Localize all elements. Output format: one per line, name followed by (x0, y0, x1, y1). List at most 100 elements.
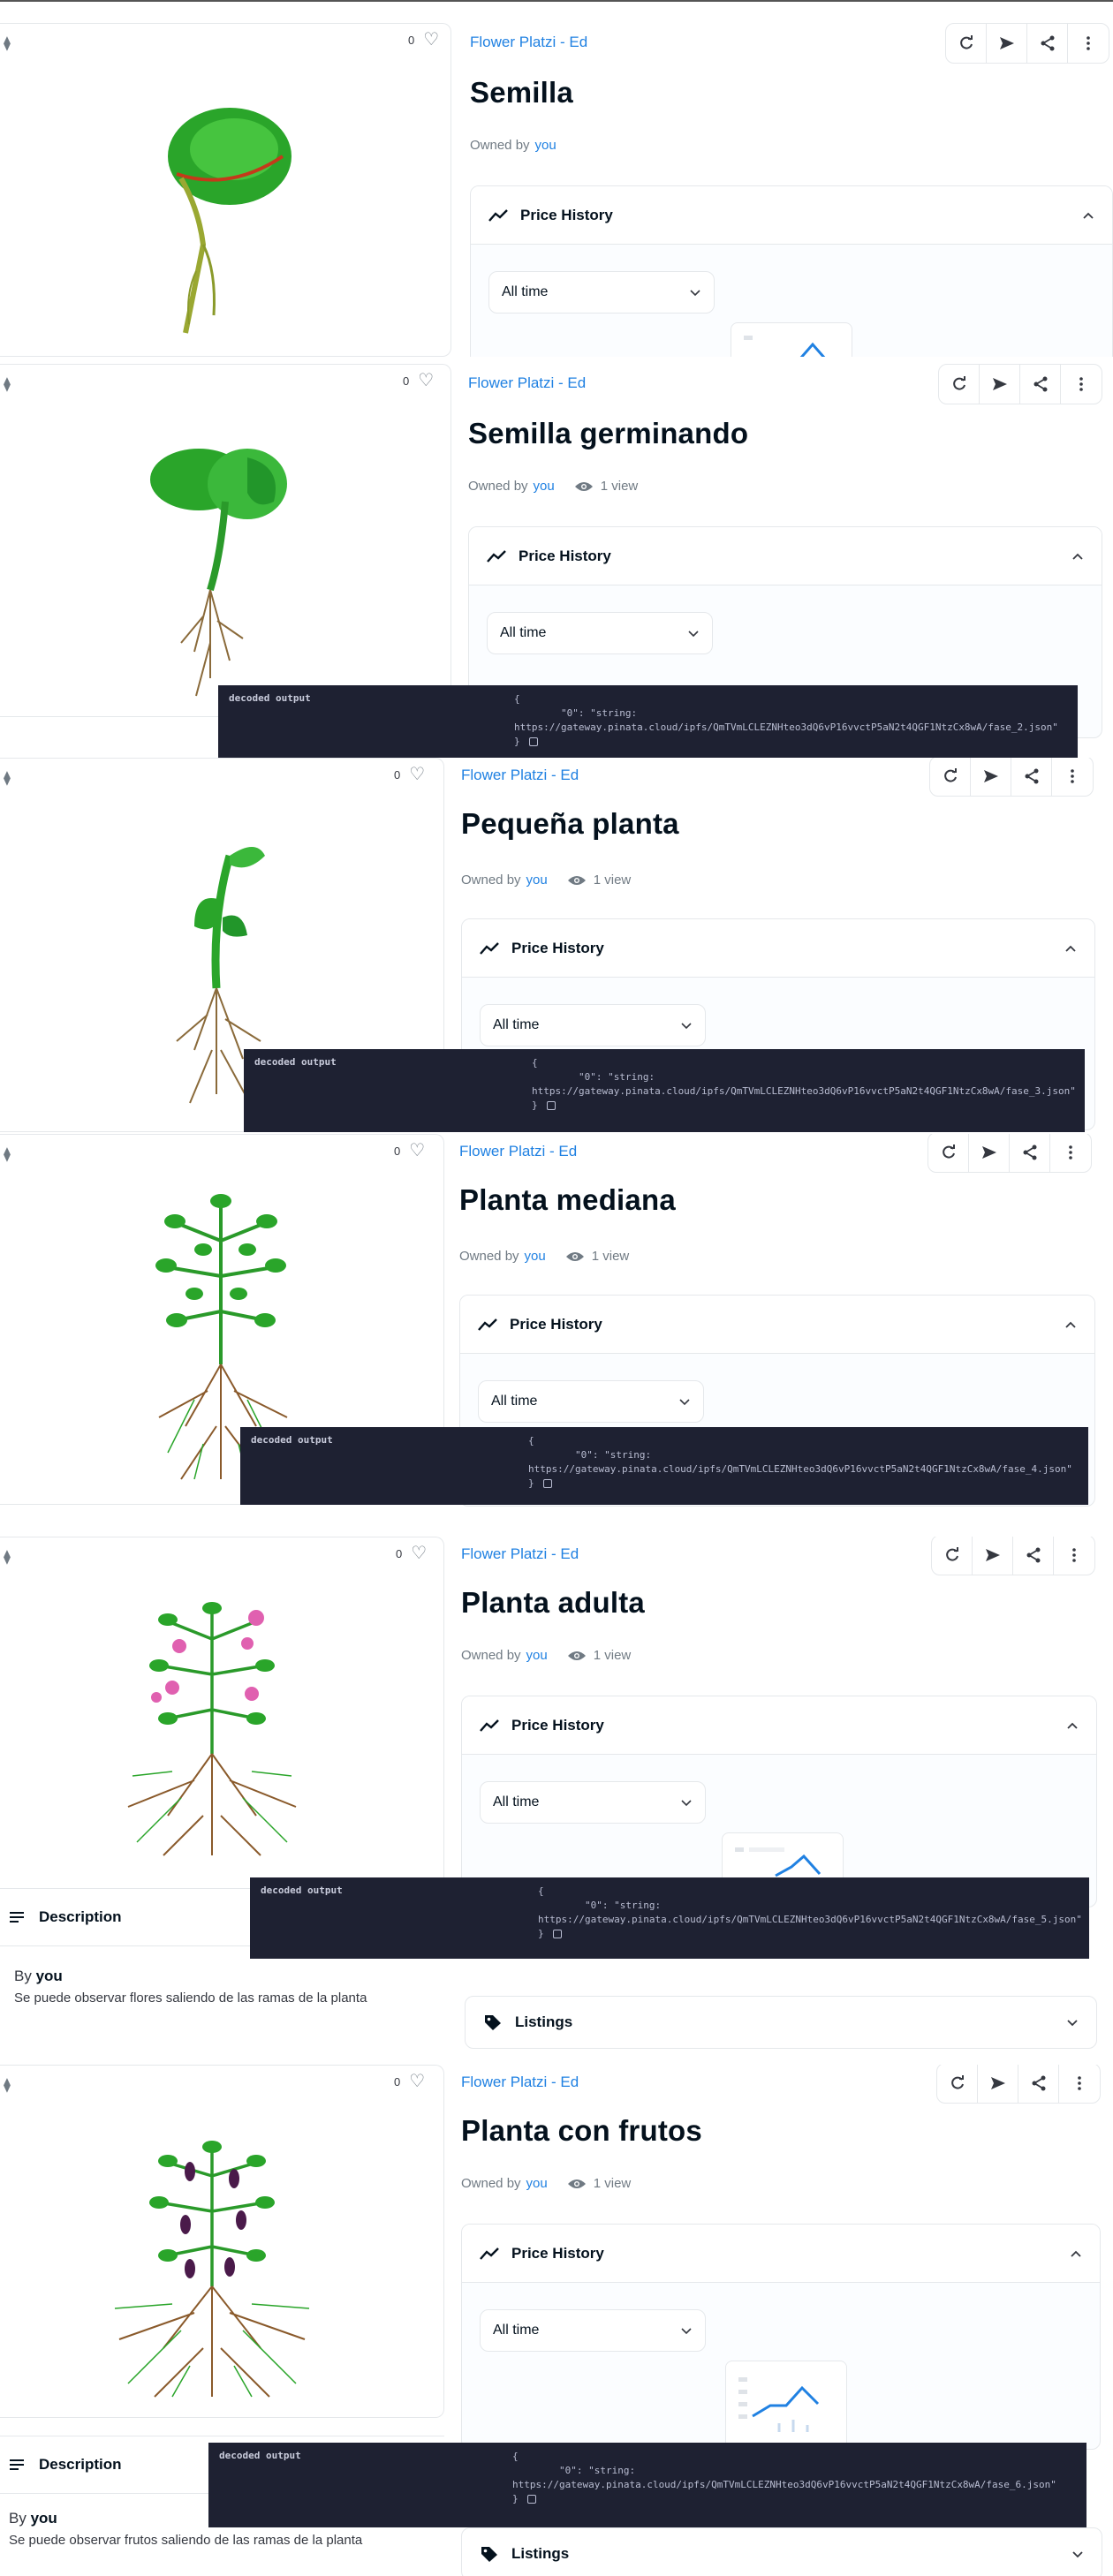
description-body: By you Se puede observar flores saliendo… (14, 1968, 367, 2006)
like-count: 0 (408, 33, 415, 47)
heart-icon[interactable]: ♡ (418, 372, 434, 389)
transfer-button[interactable] (980, 365, 1020, 404)
heart-icon[interactable]: ♡ (409, 1142, 425, 1160)
eye-icon (567, 1651, 586, 1660)
description-text: Se puede observar frutos saliendo de las… (9, 2533, 363, 2548)
price-history-header[interactable]: Price History (462, 919, 1094, 978)
copy-icon[interactable] (552, 1930, 562, 1938)
favorite-counter[interactable]: 0 ♡ (396, 1545, 427, 1562)
eth-icon: ⧫ (4, 771, 11, 786)
more-button[interactable] (1068, 24, 1109, 63)
heart-icon[interactable]: ♡ (423, 31, 439, 49)
copy-icon[interactable] (542, 1479, 552, 1488)
decoded-output-code[interactable]: { "0": "string: https://gateway.pinata.c… (532, 1056, 1076, 1113)
price-history-header[interactable]: Price History (469, 527, 1102, 585)
chevron-down-icon (681, 1800, 692, 1807)
decoded-output-label: decoded output (254, 1056, 337, 1068)
collection-link[interactable]: Flower Platzi - Ed (461, 1545, 579, 1563)
refresh-icon (945, 1547, 958, 1561)
copy-icon[interactable] (546, 1101, 556, 1110)
refresh-icon (943, 768, 957, 782)
heart-icon[interactable]: ♡ (409, 766, 425, 783)
collection-link[interactable]: Flower Platzi - Ed (461, 767, 579, 784)
like-count: 0 (394, 767, 401, 782)
refresh-button[interactable] (928, 1134, 969, 1172)
refresh-button[interactable] (946, 24, 987, 63)
author-link[interactable]: you (36, 1968, 63, 1984)
more-button[interactable] (1054, 1537, 1094, 1575)
top-divider (0, 0, 1113, 2)
listings-panel[interactable]: Listings (465, 1996, 1097, 2049)
author-link[interactable]: you (31, 2510, 57, 2527)
favorite-counter[interactable]: 0 ♡ (394, 2073, 425, 2090)
owner-link[interactable]: you (526, 1648, 548, 1663)
decoded-output-code[interactable]: { "0": "string: https://gateway.pinata.c… (512, 2450, 1056, 2506)
transfer-button[interactable] (978, 2065, 1018, 2103)
transfer-button[interactable] (987, 24, 1027, 63)
transfer-button[interactable] (971, 758, 1011, 796)
price-history-header[interactable]: Price History (462, 1696, 1096, 1755)
page-title: Pequeña planta (461, 807, 679, 840)
share-button[interactable] (1010, 1134, 1050, 1172)
decoded-output-code[interactable]: { "0": "string: https://gateway.pinata.c… (514, 692, 1058, 749)
time-range-select[interactable]: All time (478, 1380, 704, 1423)
eye-icon (567, 875, 586, 885)
more-button[interactable] (1052, 758, 1093, 796)
action-toolbar (929, 758, 1094, 797)
collection-link[interactable]: Flower Platzi - Ed (459, 1143, 577, 1160)
share-button[interactable] (1013, 1537, 1054, 1575)
favorite-counter[interactable]: 0 ♡ (403, 372, 434, 389)
send-icon (990, 2077, 1005, 2089)
action-toolbar (945, 23, 1109, 64)
like-count: 0 (403, 374, 410, 388)
owner-link[interactable]: you (526, 873, 548, 888)
favorite-counter[interactable]: 0 ♡ (408, 31, 439, 49)
send-icon (999, 37, 1014, 49)
time-range-select[interactable]: All time (487, 612, 713, 654)
collection-link[interactable]: Flower Platzi - Ed (468, 374, 586, 392)
time-range-select[interactable]: All time (480, 2309, 706, 2352)
favorite-counter[interactable]: 0 ♡ (394, 766, 425, 783)
time-range-select[interactable]: All time (480, 1781, 706, 1824)
copy-icon[interactable] (526, 2495, 536, 2504)
heart-icon[interactable]: ♡ (411, 1545, 427, 1562)
owner-line: Owned by you 1 view (459, 1249, 630, 1264)
decoded-output-code[interactable]: { "0": "string: https://gateway.pinata.c… (538, 1885, 1082, 1941)
heart-icon[interactable]: ♡ (409, 2073, 425, 2090)
share-button[interactable] (1020, 365, 1061, 404)
share-button[interactable] (1027, 24, 1068, 63)
time-range-select[interactable]: All time (480, 1004, 706, 1046)
favorite-counter[interactable]: 0 ♡ (394, 1142, 425, 1160)
plant-image-flowering (127, 1602, 297, 1856)
owner-link[interactable]: you (526, 2176, 548, 2191)
collection-link[interactable]: Flower Platzi - Ed (461, 2074, 579, 2091)
copy-icon[interactable] (528, 737, 538, 746)
owner-link[interactable]: you (534, 479, 555, 494)
eth-icon: ⧫ (4, 377, 11, 392)
refresh-icon (959, 35, 973, 49)
nft-image-card: ⧫ 0 ♡ (0, 1537, 444, 1907)
price-history-header[interactable]: Price History (462, 2225, 1100, 2283)
price-history-header[interactable]: Price History (471, 186, 1112, 245)
refresh-button[interactable] (932, 1537, 973, 1575)
transfer-button[interactable] (969, 1134, 1010, 1172)
chevron-up-icon (1071, 2250, 1081, 2257)
refresh-button[interactable] (930, 758, 971, 796)
more-button[interactable] (1050, 1134, 1091, 1172)
listings-panel[interactable]: Listings (461, 2527, 1102, 2576)
share-button[interactable] (1018, 2065, 1059, 2103)
refresh-button[interactable] (939, 365, 980, 404)
owner-link[interactable]: you (525, 1249, 546, 1264)
collection-link[interactable]: Flower Platzi - Ed (470, 34, 587, 51)
more-icon (1079, 377, 1083, 391)
share-button[interactable] (1011, 758, 1052, 796)
transfer-button[interactable] (973, 1537, 1013, 1575)
refresh-button[interactable] (937, 2065, 978, 2103)
nft-card-planta-con-frutos: ⧫ 0 ♡ Flower Platzi - Ed Planta con frut… (0, 2065, 1113, 2576)
more-button[interactable] (1061, 365, 1102, 404)
owner-link[interactable]: you (535, 138, 556, 153)
more-button[interactable] (1059, 2065, 1100, 2103)
time-range-select[interactable]: All time (488, 271, 715, 314)
decoded-output-code[interactable]: { "0": "string: https://gateway.pinata.c… (528, 1434, 1072, 1491)
price-history-header[interactable]: Price History (460, 1296, 1094, 1354)
